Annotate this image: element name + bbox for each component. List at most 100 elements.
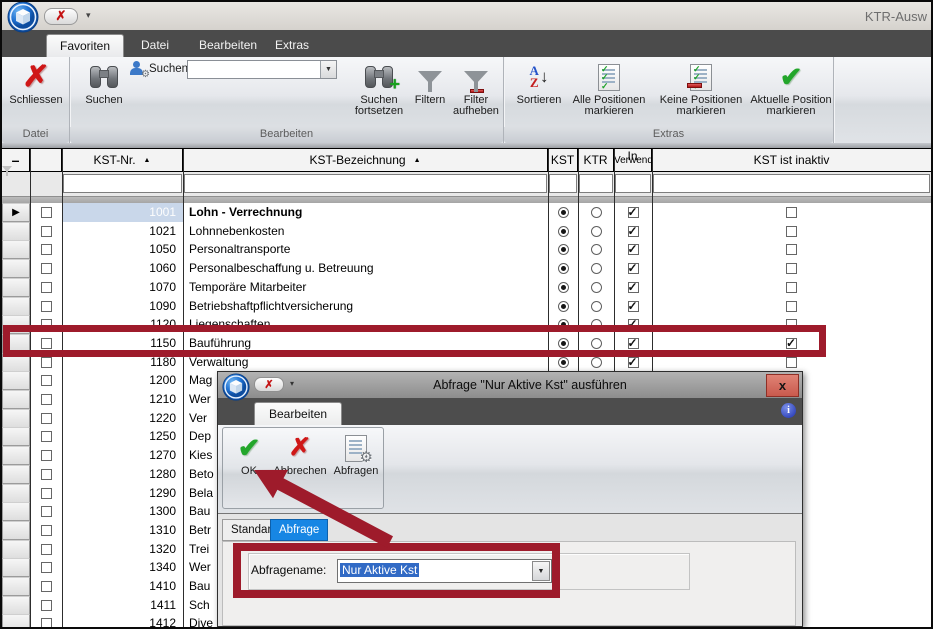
kst-nr-cell[interactable]: 1280 (62, 465, 183, 484)
in-verwendung-checkbox[interactable] (628, 226, 639, 237)
header-bezeichnung[interactable]: KST-Bezeichnung▲ (183, 149, 548, 171)
header-in-verwendung[interactable]: InVerwendung (614, 149, 652, 171)
kst-bezeichnung-cell[interactable]: Lohn - Verrechnung (183, 203, 548, 222)
kst-nr-cell[interactable]: 1410 (62, 577, 183, 596)
row-select-checkbox[interactable] (41, 413, 52, 424)
kst-nr-cell[interactable]: 1270 (62, 446, 183, 465)
quick-access-dropdown-icon[interactable]: ▾ (86, 10, 91, 21)
kst-nr-cell[interactable]: 1050 (62, 240, 183, 259)
dialog-tab-bearbeiten[interactable]: Bearbeiten (254, 402, 342, 425)
filter-in-input[interactable] (615, 174, 651, 193)
row-select-checkbox[interactable] (41, 207, 52, 218)
kst-radio[interactable] (558, 244, 569, 255)
kst-nr-cell[interactable]: 1090 (62, 297, 183, 316)
kst-inaktiv-checkbox[interactable] (786, 282, 797, 293)
aktuelle-position-button[interactable]: ✔ Aktuelle Position markieren (750, 59, 832, 117)
suchen-small-button[interactable]: ⚙ Suchen (130, 61, 188, 77)
kst-nr-cell[interactable]: 1200 (62, 371, 183, 390)
info-icon[interactable]: i (781, 403, 796, 418)
suchen-button[interactable]: Suchen (78, 59, 130, 106)
row-select-checkbox[interactable] (41, 394, 52, 405)
kst-bezeichnung-cell[interactable]: Personaltransporte (183, 240, 548, 259)
row-select-checkbox[interactable] (41, 357, 52, 368)
header-kst[interactable]: KST (548, 149, 578, 171)
dialog-qat-dropdown-icon[interactable]: ▾ (290, 379, 294, 388)
in-verwendung-checkbox[interactable] (628, 357, 639, 368)
tab-bearbeiten[interactable]: Bearbeiten (186, 34, 270, 57)
row-selector-cell[interactable] (2, 446, 30, 465)
combo-dropdown-icon[interactable]: ▼ (320, 61, 336, 78)
table-row[interactable]: 1090Betriebshaftpflichtversicherung (2, 297, 931, 316)
table-row[interactable]: 1060Personalbeschaffung u. Betreuung (2, 259, 931, 278)
row-selector-cell[interactable] (2, 596, 30, 615)
filter-inaktiv-input[interactable] (653, 174, 930, 193)
search-combo[interactable]: ▼ (187, 60, 337, 79)
quick-access-close-button[interactable]: ✗ (44, 8, 78, 25)
in-verwendung-checkbox[interactable] (628, 207, 639, 218)
row-select-checkbox[interactable] (41, 226, 52, 237)
header-ktr[interactable]: KTR (578, 149, 614, 171)
row-select-checkbox[interactable] (41, 488, 52, 499)
table-row[interactable]: ▶1001Lohn - Verrechnung (2, 203, 931, 222)
row-select-checkbox[interactable] (41, 562, 52, 573)
row-selector-cell[interactable]: ▶ (2, 203, 30, 222)
kst-inaktiv-checkbox[interactable] (786, 226, 797, 237)
row-selector-cell[interactable] (2, 222, 30, 241)
row-select-checkbox[interactable] (41, 450, 52, 461)
row-selector-cell[interactable] (2, 521, 30, 540)
row-selector-cell[interactable] (2, 614, 30, 629)
row-selector-cell[interactable] (2, 390, 30, 409)
kst-radio[interactable] (558, 301, 569, 312)
row-select-checkbox[interactable] (41, 525, 52, 536)
kst-nr-cell[interactable]: 1412 (62, 614, 183, 629)
in-verwendung-checkbox[interactable] (628, 301, 639, 312)
table-row[interactable]: 1021Lohnnebenkosten (2, 222, 931, 241)
kst-bezeichnung-cell[interactable]: Lohnnebenkosten (183, 222, 548, 241)
filter-bezeichnung-input[interactable] (184, 174, 547, 193)
row-selector-cell[interactable] (2, 502, 30, 521)
row-select-checkbox[interactable] (41, 506, 52, 517)
row-select-checkbox[interactable] (41, 375, 52, 386)
kst-nr-cell[interactable]: 1070 (62, 278, 183, 297)
keine-positionen-button[interactable]: ✓✓✓ Keine Positionen markieren (652, 59, 750, 117)
row-selector-cell[interactable] (2, 577, 30, 596)
filter-aufheben-button[interactable]: Filter aufheben (448, 59, 504, 117)
row-select-checkbox[interactable] (41, 618, 52, 629)
row-select-checkbox[interactable] (41, 544, 52, 555)
row-select-checkbox[interactable] (41, 282, 52, 293)
ktr-radio[interactable] (591, 244, 602, 255)
table-row[interactable]: 1070Temporäre Mitarbeiter (2, 278, 931, 297)
kst-radio[interactable] (558, 226, 569, 237)
kst-inaktiv-checkbox[interactable] (786, 301, 797, 312)
row-select-checkbox[interactable] (41, 581, 52, 592)
row-select-checkbox[interactable] (41, 600, 52, 611)
kst-nr-cell[interactable]: 1021 (62, 222, 183, 241)
kst-nr-cell[interactable]: 1300 (62, 502, 183, 521)
table-row[interactable]: 1050Personaltransporte (2, 240, 931, 259)
row-select-checkbox[interactable] (41, 301, 52, 312)
kst-nr-cell[interactable]: 1060 (62, 259, 183, 278)
kst-nr-cell[interactable]: 1320 (62, 540, 183, 559)
filter-kst-nr-input[interactable] (63, 174, 182, 193)
row-selector-cell[interactable] (2, 259, 30, 278)
kst-nr-cell[interactable]: 1411 (62, 596, 183, 615)
row-selector-cell[interactable] (2, 484, 30, 503)
ktr-radio[interactable] (591, 207, 602, 218)
dialog-close-button[interactable]: x (766, 374, 799, 397)
sortieren-button[interactable]: AZ↓ Sortieren (512, 59, 566, 106)
ktr-radio[interactable] (591, 301, 602, 312)
kst-radio[interactable] (558, 282, 569, 293)
row-select-checkbox[interactable] (41, 263, 52, 274)
kst-radio[interactable] (558, 263, 569, 274)
tab-favoriten[interactable]: Favoriten (46, 34, 124, 57)
kst-inaktiv-checkbox[interactable] (786, 357, 797, 368)
row-select-checkbox[interactable] (41, 431, 52, 442)
kst-bezeichnung-cell[interactable]: Temporäre Mitarbeiter (183, 278, 548, 297)
row-select-checkbox[interactable] (41, 244, 52, 255)
row-selector-cell[interactable] (2, 297, 30, 316)
kst-bezeichnung-cell[interactable]: Betriebshaftpflichtversicherung (183, 297, 548, 316)
alle-positionen-button[interactable]: ✓✓✓ Alle Positionen markieren (566, 59, 652, 117)
row-selector-cell[interactable] (2, 427, 30, 446)
in-verwendung-checkbox[interactable] (628, 282, 639, 293)
schliessen-button[interactable]: ✗ Schliessen (7, 59, 65, 106)
